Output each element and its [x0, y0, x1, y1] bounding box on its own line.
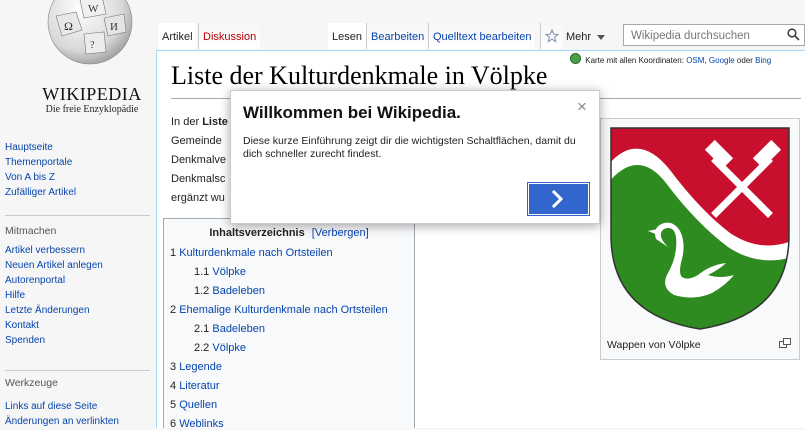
svg-text:И: И [110, 21, 118, 33]
tab-artikel[interactable]: Artikel [158, 23, 197, 49]
svg-text:?: ? [90, 40, 95, 51]
coordinates-oder: oder [736, 56, 753, 65]
sidebar-werkzeuge: Links auf diese Seite Änderungen an verl… [5, 399, 119, 429]
sidebar-item-neuen-artikel-anlegen[interactable]: Neuen Artikel anlegen [5, 260, 103, 271]
intro-line: Gemeinde [171, 135, 222, 147]
tab-diskussion[interactable]: Diskussion [198, 23, 261, 49]
tab-bearbeiten[interactable]: Bearbeiten [366, 23, 429, 49]
watch-star-icon[interactable] [540, 23, 563, 49]
toc-item[interactable]: 5 Quellen [170, 399, 217, 411]
search-icon[interactable] [787, 28, 800, 41]
sidebar-item-hauptseite[interactable]: Hauptseite [5, 142, 53, 153]
sidebar-item-autorenportal[interactable]: Autorenportal [5, 275, 65, 286]
tab-quelltext-bearbeiten[interactable]: Quelltext bearbeiten [428, 23, 536, 49]
dialog-text: Diese kurze Einführung zeigt dir die wic… [243, 135, 576, 160]
chevron-right-icon [551, 189, 564, 209]
coordinates-prefix: Karte mit allen Koordinaten: [585, 56, 684, 65]
sidebar-item-von-a-bis-z[interactable]: Von A bis Z [5, 172, 55, 183]
toc-item[interactable]: 1 Kulturdenkmale nach Ortsteilen [170, 247, 333, 259]
intro-line: Denkmalsc [171, 173, 226, 185]
sidebar-item-themenportale[interactable]: Themenportale [5, 157, 72, 168]
coordinates-osm-link[interactable]: OSM [686, 56, 704, 65]
sidebar-item-zufaelliger-artikel[interactable]: Zufälliger Artikel [5, 187, 76, 198]
sidebar-item-hilfe[interactable]: Hilfe [5, 290, 25, 301]
toc-item[interactable]: 6 Weblinks [170, 418, 224, 430]
enlarge-icon[interactable] [779, 338, 791, 348]
page-title: Liste der Kulturdenkmale in Völpke [171, 61, 548, 90]
tab-lesen[interactable]: Lesen [328, 23, 366, 49]
toc-header: Inhaltsverzeichnis [Verbergen] [164, 227, 414, 239]
sidebar-divider [5, 215, 150, 216]
table-of-contents: Inhaltsverzeichnis [Verbergen] 1 Kulturd… [163, 218, 415, 430]
toc-toggle-link[interactable]: [Verbergen] [312, 227, 369, 239]
toc-item[interactable]: 4 Literatur [170, 380, 220, 392]
wikipedia-logo[interactable]: Ω W И ? WIKIPEDIA Die freie Enzyklopädie [20, 0, 141, 120]
chevron-down-icon [597, 34, 606, 40]
toc-title: Inhaltsverzeichnis [209, 227, 305, 239]
sidebar-item-spenden[interactable]: Spenden [5, 335, 45, 346]
dialog-title: Willkommen bei Wikipedia. [243, 103, 461, 122]
coat-of-arms-image[interactable] [608, 125, 792, 331]
sidebar-mitmachen: Artikel verbessern Neuen Artikel anlegen… [5, 243, 103, 348]
sidebar-heading-werkzeuge: Werkzeuge [5, 377, 58, 389]
sidebar-item-letzte-aenderungen[interactable]: Letzte Änderungen [5, 305, 90, 316]
toc-item[interactable]: 2.2 Völpke [194, 342, 246, 354]
svg-text:Ω: Ω [64, 19, 73, 33]
logo-wordmark: WIKIPEDIA [42, 84, 142, 104]
sidebar-item-links-auf-diese-seite[interactable]: Links auf diese Seite [5, 401, 97, 412]
toc-item[interactable]: 1.1 Völpke [194, 266, 246, 278]
coordinates-google-link[interactable]: Google [709, 56, 735, 65]
toc-item[interactable]: 1.2 Badeleben [194, 285, 265, 297]
sidebar-heading-mitmachen: Mitmachen [5, 225, 57, 237]
intro-line: Denkmalve [171, 154, 227, 166]
intro-line: ergänzt wu [171, 192, 225, 204]
more-menu-label: Mehr [566, 31, 592, 43]
close-icon[interactable]: × [577, 97, 587, 117]
intro-line: In der Liste [171, 116, 228, 128]
toc-item[interactable]: 2 Ehemalige Kulturdenkmale nach Ortsteil… [170, 304, 388, 316]
coordinates-line: Karte mit allen Koordinaten: OSM, Google… [570, 53, 771, 65]
more-menu[interactable]: Mehr [562, 23, 609, 49]
tab-bar: Artikel Diskussion Lesen Bearbeiten Quel… [158, 20, 805, 50]
sidebar-divider [5, 370, 150, 371]
toc-item[interactable]: 2.1 Badeleben [194, 323, 265, 335]
logo-tagline: Die freie Enzyklopädie [45, 104, 139, 115]
next-button[interactable] [527, 182, 590, 216]
infobox-caption: Wappen von Völpke [607, 339, 701, 351]
coordinates-bing-link[interactable]: Bing [755, 56, 771, 65]
globe-icon: Ω W И ? [47, 0, 133, 65]
svg-text:W: W [88, 3, 99, 15]
infobox: Wappen von Völpke [600, 118, 800, 360]
search-box [623, 24, 805, 46]
sidebar-item-artikel-verbessern[interactable]: Artikel verbessern [5, 245, 85, 256]
welcome-dialog: Willkommen bei Wikipedia. × Diese kurze … [230, 90, 600, 224]
sidebar-item-kontakt[interactable]: Kontakt [5, 320, 39, 331]
globe-map-icon [570, 53, 581, 64]
sidebar-item-aenderungen-an-verlinkten[interactable]: Änderungen an verlinkten [5, 416, 119, 427]
search-input[interactable] [629, 26, 783, 46]
sidebar-navigation: Hauptseite Themenportale Von A bis Z Zuf… [5, 140, 76, 200]
toc-item[interactable]: 3 Legende [170, 361, 222, 373]
